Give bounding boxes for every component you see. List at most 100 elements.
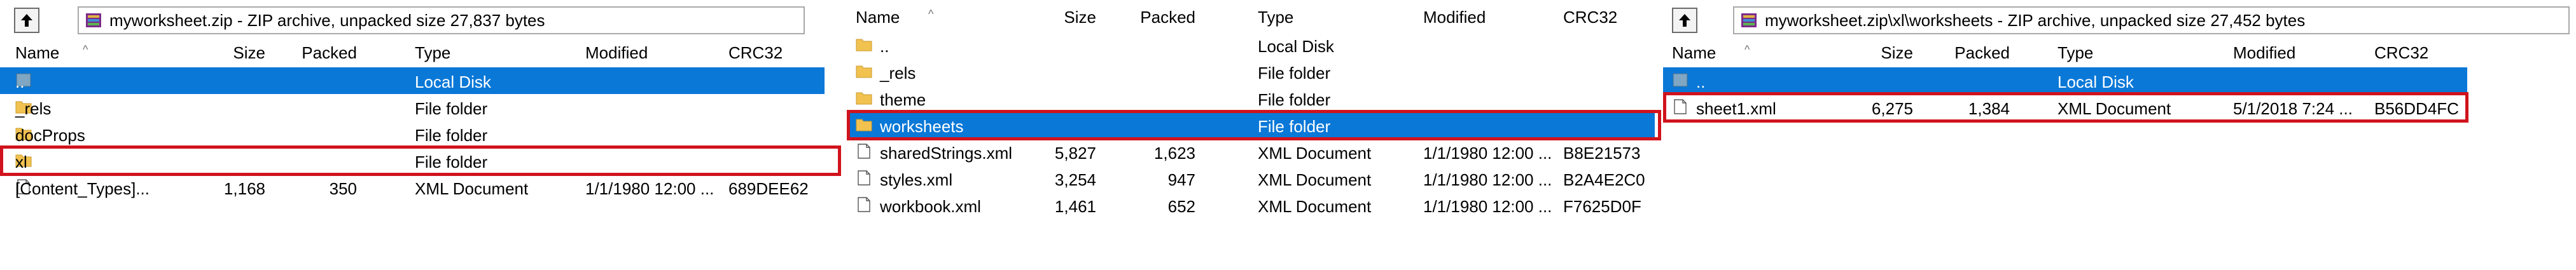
file-packed: 652: [1167, 197, 1195, 216]
column-crc32[interactable]: CRC32: [1563, 8, 1617, 27]
file-row[interactable]: .. Local Disk: [847, 32, 1662, 58]
file-name: sharedStrings.xml: [880, 144, 1013, 163]
file-list: ^ Name Size Packed Type Modified CRC32 .…: [0, 38, 843, 201]
address-field[interactable]: myworksheet.zip\xl\worksheets - ZIP arch…: [1733, 6, 2570, 34]
zip-archive-icon: [86, 13, 101, 27]
column-name[interactable]: Name: [856, 8, 900, 27]
zip-archive-icon: [1741, 13, 1757, 27]
column-header: ^ Name Size Packed Type Modified CRC32: [0, 38, 843, 67]
archive-panel-root: myworksheet.zip - ZIP archive, unpacked …: [0, 0, 843, 270]
file-row[interactable]: worksheets File folder: [847, 110, 1661, 140]
address-field[interactable]: myworksheet.zip - ZIP archive, unpacked …: [78, 6, 805, 34]
drive-icon: [1673, 73, 1688, 87]
file-packed: 1,623: [1153, 144, 1195, 163]
file-type: Local Disk: [415, 72, 491, 91]
file-row[interactable]: theme File folder: [847, 85, 1662, 112]
file-size: 1,168: [223, 179, 265, 198]
sort-caret-icon: ^: [1744, 43, 1750, 56]
archive-panel-xl: ^ Name Size Packed Type Modified CRC32 .…: [847, 0, 1662, 270]
column-name[interactable]: Name: [15, 43, 59, 63]
column-size[interactable]: Size: [1881, 43, 1913, 63]
column-type[interactable]: Type: [415, 43, 450, 63]
column-modified[interactable]: Modified: [1423, 8, 1486, 27]
column-type[interactable]: Type: [2057, 43, 2093, 63]
file-type: Local Disk: [1258, 37, 1334, 56]
file-name: ..: [880, 37, 889, 56]
file-row[interactable]: workbook.xml 1,461 652 XML Document 1/1/1980…: [847, 192, 1662, 219]
file-crc32: 689DEE62: [728, 179, 809, 198]
file-size: 5,827: [1054, 144, 1096, 163]
file-name: ..: [15, 72, 25, 91]
address-text: myworksheet.zip - ZIP archive, unpacked …: [109, 10, 545, 30]
file-row[interactable]: sheet1.xml 6,275 1,384 XML Document 5/1/2018…: [1663, 92, 2576, 123]
column-size[interactable]: Size: [233, 43, 265, 63]
column-modified[interactable]: Modified: [585, 43, 648, 63]
folder-icon: [856, 65, 872, 78]
file-row[interactable]: _rels File folder: [847, 58, 1662, 85]
column-packed[interactable]: Packed: [302, 43, 357, 63]
file-type: XML Document: [1258, 197, 1372, 216]
file-rows: .. Local Disk sheet1.xml 6,275 1,384 XML Docu…: [1663, 67, 2576, 123]
file-list: ^ Name Size Packed Type Modified CRC32 .…: [847, 3, 1662, 219]
file-modified: 1/1/1980 12:00 ...: [1423, 144, 1552, 163]
file-row[interactable]: xl File folder: [0, 145, 843, 176]
column-size[interactable]: Size: [1064, 8, 1096, 27]
up-folder-button[interactable]: [14, 8, 39, 33]
file-name: styles.xml: [880, 170, 953, 189]
file-list: ^ Name Size Packed Type Modified CRC32 .…: [1663, 38, 2576, 123]
file-packed: 947: [1167, 170, 1195, 189]
file-name: theme: [880, 90, 926, 109]
file-row[interactable]: styles.xml 3,254 947 XML Document 1/1/1980 1…: [847, 165, 1662, 192]
address-bar: myworksheet.zip\xl\worksheets - ZIP arch…: [1663, 5, 2576, 36]
folder-icon: [856, 92, 872, 105]
file-crc32: F7625D0F: [1563, 197, 1641, 216]
up-arrow-icon: [1679, 14, 1690, 27]
file-size: 3,254: [1054, 170, 1096, 189]
file-crc32: B8E21573: [1563, 144, 1641, 163]
file-rows: .. Local Disk _rels File folder docProps File…: [0, 67, 843, 201]
file-modified: 1/1/1980 12:00 ...: [1423, 170, 1552, 189]
column-crc32[interactable]: CRC32: [2374, 43, 2428, 63]
column-modified[interactable]: Modified: [2233, 43, 2295, 63]
highlight-box: [847, 110, 1661, 140]
file-type: XML Document: [1258, 170, 1372, 189]
file-row[interactable]: _rels File folder: [0, 94, 843, 121]
address-bar: myworksheet.zip - ZIP archive, unpacked …: [0, 5, 843, 36]
sort-caret-icon: ^: [83, 43, 88, 56]
address-text: myworksheet.zip\xl\worksheets - ZIP arch…: [1765, 10, 2306, 30]
column-packed[interactable]: Packed: [1140, 8, 1195, 27]
file-crc32: B2A4E2C0: [1563, 170, 1645, 189]
file-type: File folder: [415, 99, 488, 118]
column-header: ^ Name Size Packed Type Modified CRC32: [847, 3, 1662, 32]
file-modified: 1/1/1980 12:00 ...: [585, 179, 714, 198]
column-type[interactable]: Type: [1258, 8, 1293, 27]
sort-caret-icon: ^: [928, 8, 934, 20]
file-type: XML Document: [415, 179, 529, 198]
file-icon: [858, 197, 870, 212]
column-packed[interactable]: Packed: [1954, 43, 2010, 63]
highlight-box: [1663, 92, 2468, 123]
file-row[interactable]: .. Local Disk: [1663, 67, 2467, 94]
column-crc32[interactable]: CRC32: [728, 43, 783, 63]
file-modified: 1/1/1980 12:00 ...: [1423, 197, 1552, 216]
column-header: ^ Name Size Packed Type Modified CRC32: [1663, 38, 2576, 67]
file-row[interactable]: [Content_Types]... 1,168 350 XML Document 1/…: [0, 174, 843, 201]
column-name[interactable]: Name: [1672, 43, 1716, 63]
file-name: _rels: [880, 64, 916, 83]
file-type: File folder: [1258, 90, 1331, 109]
file-row[interactable]: .. Local Disk: [0, 67, 825, 94]
file-name: [Content_Types]...: [15, 179, 150, 198]
file-rows: .. Local Disk _rels File folder theme File fo…: [847, 32, 1662, 219]
file-type: XML Document: [1258, 144, 1372, 163]
file-type: File folder: [415, 126, 488, 145]
file-row[interactable]: docProps File folder: [0, 121, 843, 147]
file-name: ..: [1696, 72, 1706, 91]
file-name: workbook.xml: [880, 197, 981, 216]
file-icon: [858, 170, 870, 186]
file-row[interactable]: sharedStrings.xml 5,827 1,623 XML Document 1…: [847, 138, 1662, 165]
file-name: docProps: [15, 126, 85, 145]
up-folder-button[interactable]: [1672, 8, 1697, 33]
file-size: 1,461: [1054, 197, 1096, 216]
archive-panel-worksheets: myworksheet.zip\xl\worksheets - ZIP arch…: [1663, 0, 2576, 270]
highlight-box: [0, 145, 841, 176]
